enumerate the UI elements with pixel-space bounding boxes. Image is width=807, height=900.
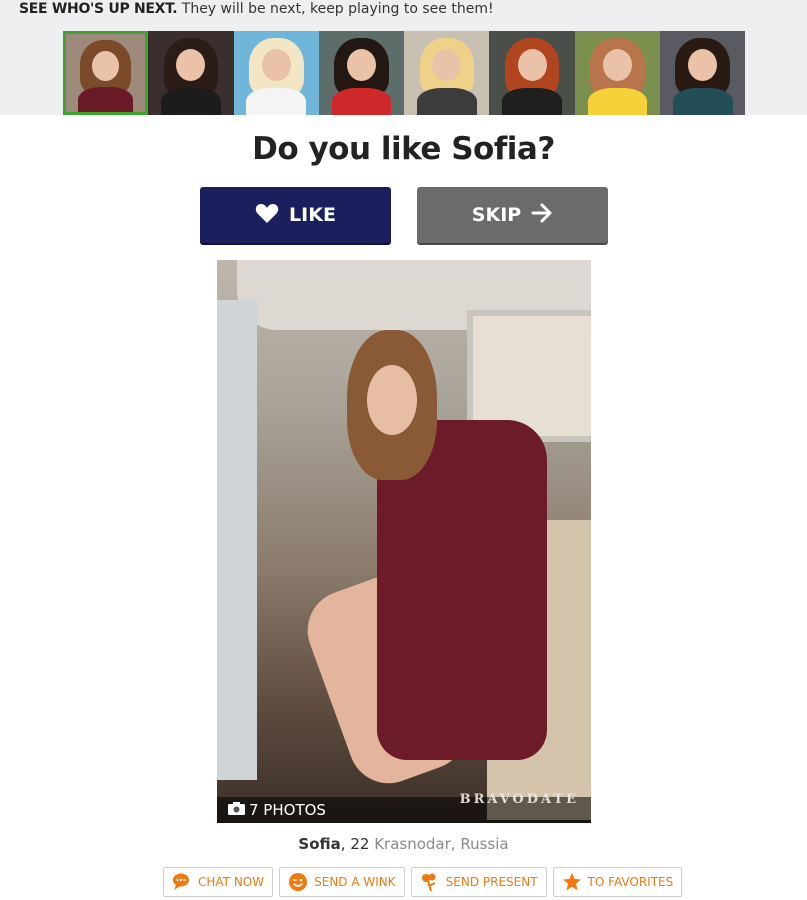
skip-button[interactable]: SKIP [417,187,608,243]
thumbnail[interactable] [233,31,319,115]
thumbnail[interactable] [318,31,405,115]
chat-now-label: CHAT NOW [198,875,265,889]
thumbnail[interactable] [148,31,234,115]
heart-icon [255,202,279,229]
chat-icon [172,872,192,892]
skip-label: SKIP [471,204,522,226]
send-present-button[interactable]: SEND PRESENT [410,867,547,897]
arrow-right-icon [531,203,553,228]
profile-location: Krasnodar, Russia [374,835,509,853]
up-next-title: SEE WHO'S UP NEXT. [19,1,178,17]
watermark: BRAVODATE [459,792,579,807]
thumbnail-row [63,31,746,115]
to-favorites-button[interactable]: TO FAVORITES [552,867,683,897]
thumbnail[interactable] [489,31,575,115]
up-next-strip: SEE WHO'S UP NEXT. They will be next, ke… [0,0,807,115]
profile-photo[interactable]: 7 PHOTOS BRAVODATE [217,260,591,823]
photo-count[interactable]: 7 PHOTOS [228,801,326,819]
photo-count-label: 7 PHOTOS [249,801,326,819]
thumbnail[interactable] [574,31,661,115]
up-next-subtitle: They will be next, keep playing to see t… [177,1,494,17]
question-heading: Do you like Sofia? [252,131,555,167]
thumbnail[interactable] [660,31,746,115]
like-button[interactable]: LIKE [200,187,391,243]
send-wink-button[interactable]: SEND A WINK [279,867,405,897]
thumbnail[interactable] [404,31,490,115]
send-wink-label: SEND A WINK [314,875,396,889]
profile-name[interactable]: Sofia [298,835,340,853]
profile-age: 22 [345,835,370,853]
up-next-text: SEE WHO'S UP NEXT. They will be next, ke… [19,0,494,18]
camera-icon [228,801,245,819]
wink-icon [288,872,308,892]
send-present-label: SEND PRESENT [445,875,538,889]
like-label: LIKE [289,204,336,226]
chat-now-button[interactable]: CHAT NOW [163,867,274,897]
action-bar: CHAT NOW SEND A WINK SEND PRESENT TO FAV… [163,867,683,897]
thumbnail[interactable] [63,31,149,115]
to-favorites-label: TO FAVORITES [587,875,674,889]
present-icon [420,872,440,892]
star-icon [562,872,582,892]
profile-info: Sofia, 22 Krasnodar, Russia [298,835,509,853]
